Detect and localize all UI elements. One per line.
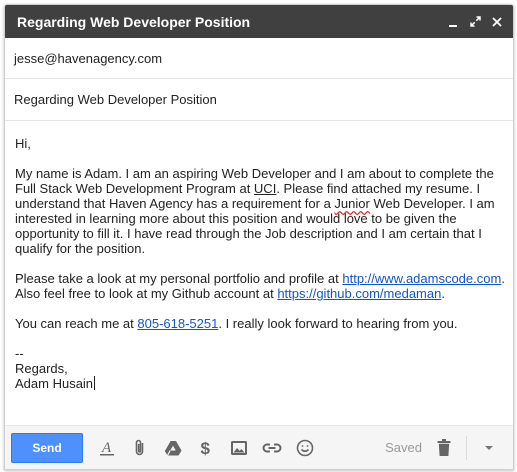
to-recipient[interactable]: jesse@havenagency.com [14, 51, 162, 66]
phone-link[interactable]: 805-618-5251 [137, 316, 218, 331]
subject-field[interactable]: Regarding Web Developer Position [5, 79, 513, 121]
minimize-icon[interactable] [447, 16, 459, 28]
formatting-tools: A $ [95, 436, 317, 460]
signature-name: Adam Husain [15, 376, 94, 391]
signature-dash: -- [15, 346, 24, 361]
to-field[interactable]: jesse@havenagency.com [5, 38, 513, 79]
spellcheck-word[interactable]: Junior [334, 196, 369, 211]
expand-icon[interactable] [469, 16, 481, 28]
trash-icon[interactable] [432, 436, 456, 460]
text-format-icon[interactable]: A [95, 436, 119, 460]
signature-regards: Regards, [15, 361, 68, 376]
greeting: Hi, [15, 136, 31, 151]
contact-text-2: . I really look forward to hearing from … [218, 316, 458, 331]
signature-name-line: Adam Husain [15, 376, 505, 391]
compose-toolbar: Send A $ Saved [5, 425, 513, 469]
github-text: Also feel free to look at my Github acco… [15, 286, 278, 301]
compose-window: Regarding Web Developer Position jesse@h… [4, 4, 514, 470]
portfolio-link[interactable]: http://www.adamscode.com [342, 271, 501, 286]
emoji-icon[interactable] [293, 436, 317, 460]
close-icon[interactable] [491, 16, 503, 28]
subject-value[interactable]: Regarding Web Developer Position [14, 92, 217, 107]
drive-icon[interactable] [161, 436, 185, 460]
portfolio-period: . [501, 271, 505, 286]
message-body[interactable]: Hi, My name is Adam. I am an aspiring We… [15, 136, 505, 391]
svg-text:A: A [101, 440, 112, 456]
money-icon[interactable]: $ [194, 436, 218, 460]
photo-icon[interactable] [227, 436, 251, 460]
more-options-icon[interactable] [477, 436, 501, 460]
links-paragraph: Please take a look at my personal portfo… [15, 271, 505, 301]
compose-title: Regarding Web Developer Position [17, 13, 251, 30]
saved-status: Saved [385, 440, 422, 455]
attach-icon[interactable] [128, 436, 152, 460]
contact-text-1: You can reach me at [15, 316, 138, 331]
compose-titlebar[interactable]: Regarding Web Developer Position [5, 5, 513, 38]
link-icon[interactable] [260, 436, 284, 460]
portfolio-text: Please take a look at my personal portfo… [15, 271, 343, 286]
intro-paragraph: My name is Adam. I am an aspiring Web De… [15, 166, 505, 256]
window-controls [447, 16, 503, 28]
svg-text:$: $ [201, 439, 211, 457]
github-period: . [441, 286, 445, 301]
text-cursor [94, 376, 96, 390]
uci-text: UCI [253, 181, 277, 196]
github-link[interactable]: https://github.com/medaman [277, 286, 441, 301]
contact-paragraph: You can reach me at 805-618-5251. I real… [15, 316, 505, 331]
toolbar-divider [466, 435, 467, 460]
send-button[interactable]: Send [11, 432, 83, 463]
